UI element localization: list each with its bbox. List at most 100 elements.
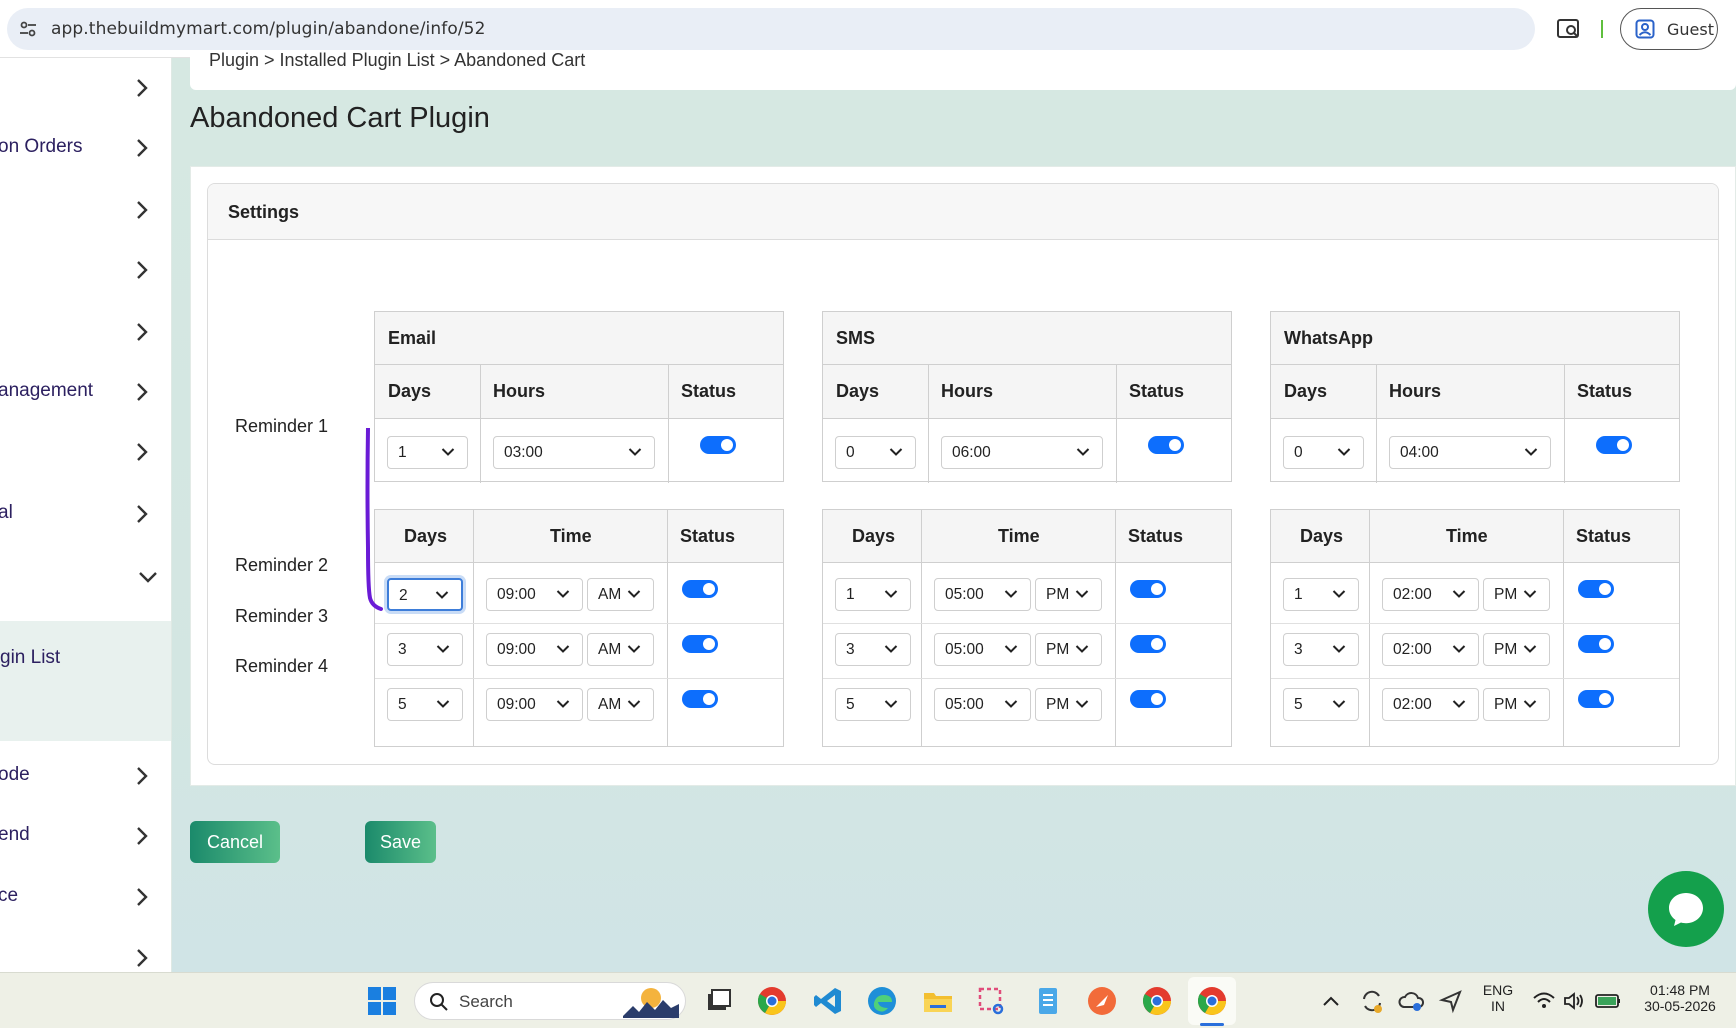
email-reminder4-time-select[interactable]: 09:00 (486, 688, 583, 721)
email-reminder2-status-toggle[interactable] (682, 580, 718, 598)
sms-reminder1-days-select[interactable]: 0 (835, 436, 916, 469)
sms-reminder1-hours-select[interactable]: 06:00 (941, 436, 1103, 469)
chevron-right-icon (137, 767, 148, 785)
edge-icon[interactable] (866, 985, 898, 1017)
whatsapp-reminder4-status-toggle[interactable] (1578, 690, 1614, 708)
taskbar-search[interactable]: Search (414, 982, 686, 1020)
whatsapp-reminder1-status-toggle[interactable] (1596, 436, 1632, 454)
url-text[interactable]: app.thebuildmymart.com/plugin/abandone/i… (51, 19, 486, 39)
email-reminder1-hours-select[interactable]: 03:00 (493, 436, 655, 469)
sidebar-item-4[interactable] (0, 242, 171, 298)
chat-button[interactable] (1648, 871, 1724, 947)
email-reminder3-status-toggle[interactable] (682, 635, 718, 653)
channel-header: Email (375, 312, 783, 365)
file-explorer-icon[interactable] (922, 985, 954, 1017)
whatsapp-reminder4-ampm-select[interactable]: PM (1483, 688, 1550, 721)
sms-reminder3-time-select[interactable]: 05:00 (934, 633, 1031, 666)
whatsapp-reminder3-status-toggle[interactable] (1578, 635, 1614, 653)
chrome-icon[interactable] (756, 985, 788, 1017)
cancel-button[interactable]: Cancel (190, 821, 280, 863)
language-indicator[interactable]: ENG IN (1478, 982, 1518, 1014)
sidebar-item-label: anagement (0, 380, 94, 401)
site-settings-icon[interactable] (18, 19, 38, 39)
sms-reminder2-ampm-select[interactable]: PM (1035, 578, 1102, 611)
whatsapp-reminder4-time-select[interactable]: 02:00 (1382, 688, 1479, 721)
email-reminder2-days-select[interactable]: 2 (387, 578, 463, 611)
sidebar-item-ode[interactable]: ode (0, 748, 171, 804)
email-reminder3-days-select[interactable]: 3 (387, 633, 463, 666)
battery-icon[interactable] (1594, 985, 1622, 1017)
email-channel: Email Days Hours Status 1 03:00 Days Time Status… (374, 311, 784, 747)
whatsapp-reminder2-ampm-select[interactable]: PM (1483, 578, 1550, 611)
sms-reminder1-status-toggle[interactable] (1148, 436, 1184, 454)
days-header: Days (836, 381, 880, 401)
sms-reminder2-time-select[interactable]: 05:00 (934, 578, 1031, 611)
sidebar-item-ce[interactable]: ce (0, 869, 171, 925)
divider (1115, 510, 1116, 746)
sidebar-item-1[interactable] (0, 60, 171, 116)
whatsapp-reminder2-time-select[interactable]: 02:00 (1382, 578, 1479, 611)
sms-reminder3-status-toggle[interactable] (1130, 635, 1166, 653)
windows-start-icon[interactable] (366, 985, 398, 1017)
email-reminder4-ampm-select[interactable]: AM (587, 688, 654, 721)
email-reminder2-ampm-select[interactable]: AM (587, 578, 654, 611)
postman-icon[interactable] (1086, 985, 1118, 1017)
email-reminder4-days-select[interactable]: 5 (387, 688, 463, 721)
sms-reminder4-status-toggle[interactable] (1130, 690, 1166, 708)
whatsapp-reminder3-ampm-select[interactable]: PM (1483, 633, 1550, 666)
email-reminder3-ampm-select[interactable]: AM (587, 633, 654, 666)
profile-button[interactable]: Guest (1620, 8, 1718, 50)
email-reminder4-status-toggle[interactable] (682, 690, 718, 708)
chrome-icon-active[interactable] (1196, 985, 1228, 1017)
whatsapp-reminder3-time-select[interactable]: 02:00 (1382, 633, 1479, 666)
sms-reminder2-status-toggle[interactable] (1130, 580, 1166, 598)
clock[interactable]: 01:48 PM 30-05-2026 (1632, 982, 1728, 1014)
chevron-down-icon (139, 572, 157, 583)
whatsapp-reminder2-status-toggle[interactable] (1578, 580, 1614, 598)
sidebar-item-7[interactable] (0, 424, 171, 480)
sync-icon[interactable] (1358, 985, 1386, 1017)
sidebar-item-13[interactable] (0, 930, 171, 972)
sidebar-item-management[interactable]: anagement (0, 364, 171, 420)
whatsapp-reminder4-days-select[interactable]: 5 (1283, 688, 1359, 721)
snipping-tool-icon[interactable] (976, 985, 1008, 1017)
search-tab-icon[interactable] (1556, 17, 1582, 41)
sidebar-subitem-plugin-list[interactable]: gin List (0, 621, 171, 741)
sms-reminder4-days-select[interactable]: 5 (835, 688, 911, 721)
volume-icon[interactable] (1562, 985, 1586, 1017)
email-reminder3-time-select[interactable]: 09:00 (486, 633, 583, 666)
browser-toolbar: app.thebuildmymart.com/plugin/abandone/i… (0, 0, 1736, 58)
email-reminder1-status-toggle[interactable] (700, 436, 736, 454)
days-header: Days (1300, 526, 1344, 546)
task-view-icon[interactable] (702, 985, 734, 1017)
sms-reminder2-days-select[interactable]: 1 (835, 578, 911, 611)
email-reminder1-days-select[interactable]: 1 (387, 436, 468, 469)
notepad-icon[interactable] (1032, 985, 1064, 1017)
sidebar-item-orders[interactable]: on Orders (0, 120, 171, 176)
sidebar-item-al[interactable]: al (0, 486, 171, 542)
vscode-icon[interactable] (812, 985, 844, 1017)
email-reminder2-time-select[interactable]: 09:00 (486, 578, 583, 611)
settings-title: Settings (228, 202, 300, 222)
sidebar-item-3[interactable] (0, 182, 171, 238)
whatsapp-later-reminders-table: Days Time Status 1 02:00 PM 3 02:00 PM 5 02:00 PM (1270, 509, 1680, 747)
sidebar-item-5[interactable] (0, 304, 171, 360)
whatsapp-reminder2-days-select[interactable]: 1 (1283, 578, 1359, 611)
whatsapp-reminder1-hours-select[interactable]: 04:00 (1389, 436, 1551, 469)
save-button[interactable]: Save (365, 821, 436, 863)
sidebar-item-end[interactable]: end (0, 808, 171, 864)
chevron-up-icon[interactable] (1320, 985, 1342, 1017)
sms-reminder4-ampm-select[interactable]: PM (1035, 688, 1102, 721)
sms-reminder3-days-select[interactable]: 3 (835, 633, 911, 666)
sms-reminder4-time-select[interactable]: 05:00 (934, 688, 1031, 721)
cloud-icon[interactable] (1398, 985, 1426, 1017)
location-icon[interactable] (1438, 985, 1464, 1017)
whatsapp-reminder1-days-select[interactable]: 0 (1283, 436, 1364, 469)
sidebar-item-plugins[interactable] (0, 548, 171, 604)
address-bar[interactable]: app.thebuildmymart.com/plugin/abandone/i… (7, 8, 1535, 50)
breadcrumb[interactable]: Plugin > Installed Plugin List > Abandon… (209, 52, 585, 71)
chrome-icon-2[interactable] (1141, 985, 1173, 1017)
whatsapp-reminder3-days-select[interactable]: 3 (1283, 633, 1359, 666)
wifi-icon[interactable] (1532, 985, 1556, 1017)
sms-reminder3-ampm-select[interactable]: PM (1035, 633, 1102, 666)
